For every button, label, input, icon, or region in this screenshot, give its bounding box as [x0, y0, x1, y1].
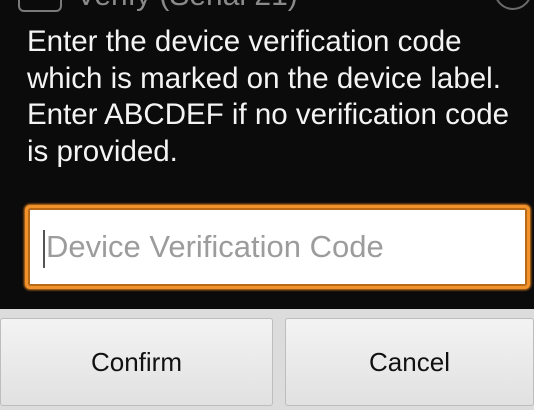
dialog-title: Verify (Serial 21): [76, 0, 298, 14]
device-icon: [18, 0, 62, 12]
cancel-button[interactable]: Cancel: [285, 318, 534, 406]
verification-code-input[interactable]: [42, 208, 516, 286]
confirm-button[interactable]: Confirm: [0, 318, 273, 406]
verification-dialog: Verify (Serial 21) Enter the device veri…: [0, 0, 534, 410]
verification-code-field-container[interactable]: [25, 205, 530, 289]
dialog-button-bar: Confirm Cancel: [0, 309, 534, 410]
dialog-message: Enter the device verification code which…: [27, 25, 510, 168]
dialog-title-bar: Verify (Serial 21): [0, 0, 534, 14]
help-icon[interactable]: [494, 0, 532, 10]
